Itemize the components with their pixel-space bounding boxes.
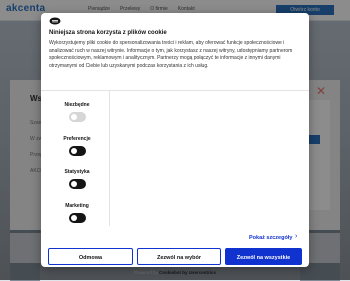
powered-by-brand[interactable]: Cookiebot by Usercentrics <box>159 270 216 275</box>
cookie-category-list: Niezbędne Preferencje Statystyka Marketi… <box>49 90 105 226</box>
show-details-link[interactable]: Pokaż szczegóły <box>249 235 292 241</box>
powered-by: Powered by Cookiebot by Usercentrics <box>41 270 309 275</box>
cookiebot-logo-icon <box>49 17 61 25</box>
category-label: Statystyka <box>64 169 90 175</box>
category-label: Marketing <box>65 203 89 209</box>
cookie-dialog-title: Niniejsza strona korzysta z plików cooki… <box>49 30 167 36</box>
category-statistics: Statystyka <box>49 169 105 189</box>
chevron-right-icon[interactable]: › <box>295 233 297 240</box>
divider <box>109 90 110 226</box>
powered-by-prefix: Powered by <box>133 270 158 275</box>
category-label: Niezbędne <box>64 102 90 108</box>
cookie-consent-dialog: Niniejsza strona korzysta z plików cooki… <box>41 13 309 275</box>
allow-selection-button[interactable]: Zezwól na wybór <box>137 248 221 265</box>
category-necessary: Niezbędne <box>49 102 105 122</box>
category-preferences: Preferencje <box>49 136 105 156</box>
category-marketing: Marketing <box>49 203 105 223</box>
toggle-marketing[interactable] <box>68 213 86 223</box>
category-label: Preferencje <box>63 136 91 142</box>
toggle-necessary <box>68 112 86 122</box>
allow-all-button[interactable]: Zezwól na wszystkie <box>225 248 302 265</box>
deny-button[interactable]: Odmowa <box>48 248 133 265</box>
toggle-preferences[interactable] <box>68 146 86 156</box>
toggle-statistics[interactable] <box>68 179 86 189</box>
cookie-dialog-description: Wykorzystujemy pliki cookie do spersonal… <box>49 40 293 70</box>
